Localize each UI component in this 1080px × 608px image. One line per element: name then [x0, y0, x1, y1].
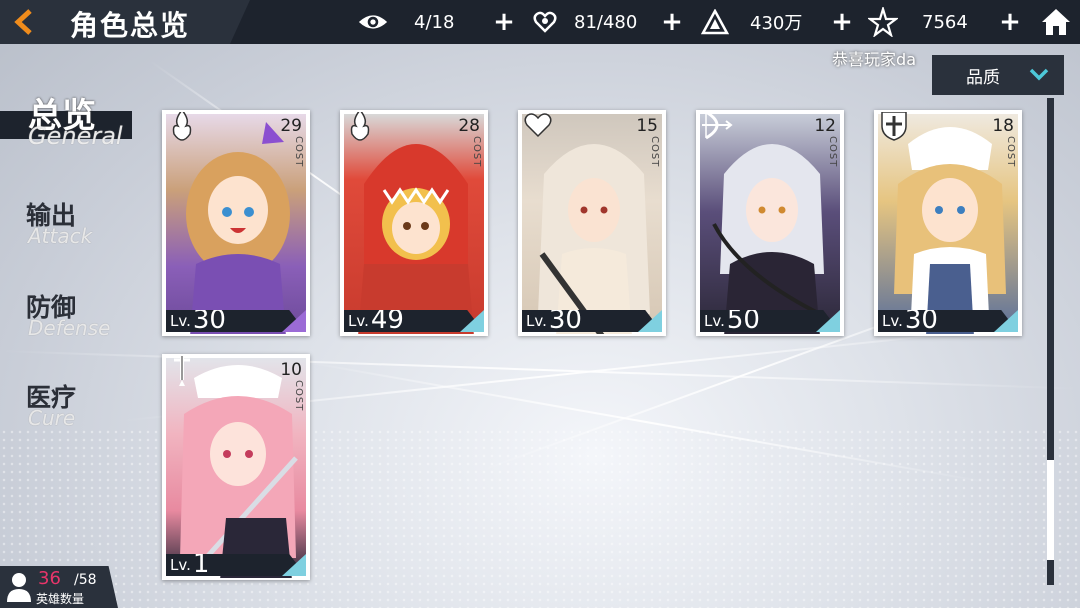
- cost-label: COST: [1005, 136, 1016, 168]
- cost-value: 12: [814, 116, 836, 136]
- level-bar: Lv. 30: [522, 310, 662, 332]
- level-prefix: Lv.: [882, 312, 903, 330]
- cost-badge: 29 COST: [280, 116, 304, 168]
- character-card[interactable]: 15 COST Lv. 30: [518, 110, 666, 336]
- level-bar: Lv. 30: [166, 310, 306, 332]
- sort-label: 品质: [966, 67, 1000, 88]
- page-title: 角色总览: [70, 9, 191, 42]
- stat-value: 4/18: [414, 11, 455, 33]
- level-value: 30: [192, 305, 226, 335]
- cost-value: 28: [458, 116, 480, 136]
- level-value: 1: [192, 549, 210, 579]
- cross-shield-icon: [876, 112, 912, 144]
- add-stat-button[interactable]: +: [492, 9, 516, 35]
- cost-value: 29: [280, 116, 302, 136]
- hero-count-current: 36: [38, 568, 61, 589]
- level-prefix: Lv.: [170, 556, 191, 574]
- level-prefix: Lv.: [348, 312, 369, 330]
- stat-crystal: 7564: [868, 0, 968, 44]
- stat-eye: 4/18: [358, 0, 454, 44]
- add-stat-button[interactable]: +: [998, 9, 1022, 35]
- player-name: 恭喜玩家da: [832, 50, 916, 69]
- level-value: 49: [370, 305, 404, 335]
- character-card[interactable]: 12 COST Lv. 50: [696, 110, 844, 336]
- heart-hand-icon: [530, 7, 560, 37]
- cost-label: COST: [649, 136, 660, 168]
- nav-tab-sublabel: Defense: [28, 316, 111, 340]
- sword-icon: [164, 356, 200, 388]
- star-crystal-icon: [868, 7, 898, 37]
- eye-icon: [358, 7, 388, 37]
- add-stat-button[interactable]: +: [830, 9, 854, 35]
- add-stat-button[interactable]: +: [660, 9, 684, 35]
- home-button[interactable]: [1040, 6, 1072, 38]
- cost-badge: 18 COST: [992, 116, 1016, 168]
- top-bar: 角色总览 4/18 + 81/480 + 430万 + 7564 +: [0, 0, 1080, 44]
- cost-label: COST: [293, 380, 304, 412]
- level-prefix: Lv.: [526, 312, 547, 330]
- level-bar: Lv. 50: [700, 310, 840, 332]
- level-value: 50: [726, 305, 760, 335]
- character-card[interactable]: 10 COST Lv. 1: [162, 354, 310, 580]
- cost-value: 18: [992, 116, 1014, 136]
- sort-dropdown[interactable]: 品质: [932, 55, 1064, 95]
- hero-count-max: /58: [74, 572, 97, 588]
- cost-badge: 12 COST: [814, 116, 838, 168]
- level-value: 30: [904, 305, 938, 335]
- chevron-left-icon: [14, 9, 32, 35]
- level-prefix: Lv.: [704, 312, 725, 330]
- bow-icon: [698, 112, 734, 144]
- person-icon: [7, 573, 31, 602]
- level-bar: Lv. 30: [878, 310, 1018, 332]
- character-card[interactable]: 28 COST Lv. 49: [340, 110, 488, 336]
- level-bar: Lv. 1: [166, 554, 306, 576]
- cost-value: 15: [636, 116, 658, 136]
- level-value: 30: [548, 305, 582, 335]
- fire-icon: [164, 112, 200, 144]
- stat-value: 81/480: [574, 11, 638, 33]
- character-card[interactable]: 18 COST Lv. 30: [874, 110, 1022, 336]
- cost-label: COST: [293, 136, 304, 168]
- cost-badge: 15 COST: [636, 116, 660, 168]
- cost-label: COST: [827, 136, 838, 168]
- cost-label: COST: [471, 136, 482, 168]
- gold-pyramid-icon: [700, 7, 730, 37]
- level-bar: Lv. 49: [344, 310, 484, 332]
- fire-icon: [342, 112, 378, 144]
- nav-tab-sublabel: Cure: [28, 406, 76, 430]
- back-button[interactable]: [8, 6, 40, 38]
- cost-badge: 28 COST: [458, 116, 482, 168]
- home-icon: [1042, 9, 1070, 35]
- stat-value: 7564: [922, 11, 968, 33]
- stat-value: 430万: [750, 13, 803, 34]
- hero-count-label: 英雄数量: [36, 592, 85, 606]
- cost-badge: 10 COST: [280, 360, 304, 412]
- scrollbar-thumb[interactable]: [1047, 460, 1054, 560]
- chevron-down-icon: [1029, 68, 1049, 81]
- character-card[interactable]: 29 COST Lv. 30: [162, 110, 310, 336]
- stat-stamina: 81/480: [530, 0, 637, 44]
- cost-value: 10: [280, 360, 302, 380]
- heart-icon: [520, 112, 556, 144]
- level-prefix: Lv.: [170, 312, 191, 330]
- nav-tab-sublabel: Attack: [28, 224, 93, 248]
- stat-gold: 430万: [700, 0, 802, 44]
- nav-tab-sublabel: General: [28, 122, 123, 150]
